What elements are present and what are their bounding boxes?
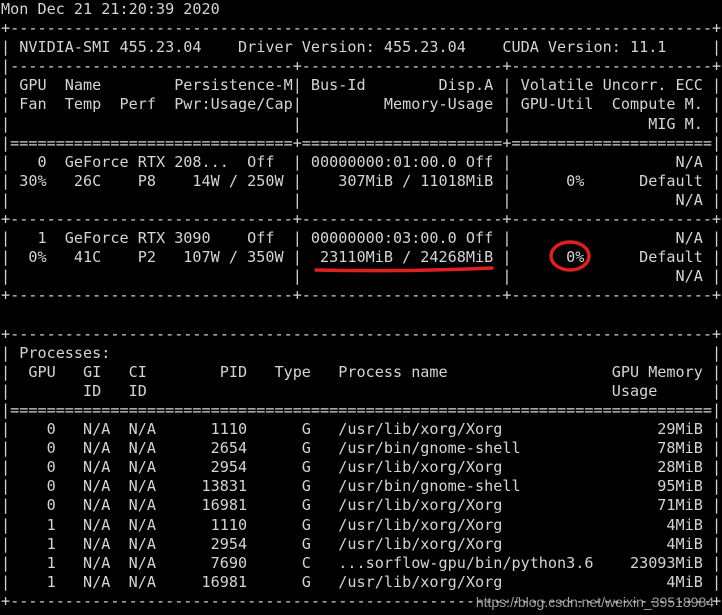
terminal-output: Mon Dec 21 21:20:39 2020 +---------------… bbox=[1, 0, 722, 615]
terminal-line: | 1 N/A N/A 1110 G /usr/lib/xorg/Xorg 4M… bbox=[1, 515, 722, 534]
terminal-line: | 1 N/A N/A 2954 G /usr/lib/xorg/Xorg 4M… bbox=[1, 534, 722, 553]
terminal-line: | 0 N/A N/A 13831 G /usr/bin/gnome-shell… bbox=[1, 477, 722, 496]
terminal-line: +-------------------------------+-------… bbox=[1, 210, 722, 229]
terminal-line: | | | N/A | bbox=[1, 190, 722, 209]
terminal-line: | NVIDIA-SMI 455.23.04 Driver Version: 4… bbox=[1, 38, 722, 57]
terminal-line: +---------------------------------------… bbox=[1, 324, 722, 343]
terminal-line: |=======================================… bbox=[1, 400, 722, 419]
terminal-line: | 1 GeForce RTX 3090 Off | 00000000:03:0… bbox=[1, 229, 722, 248]
terminal-line: | 0 N/A N/A 16981 G /usr/lib/xorg/Xorg 7… bbox=[1, 496, 722, 515]
terminal-line: | 0 N/A N/A 1110 G /usr/lib/xorg/Xorg 29… bbox=[1, 420, 722, 439]
terminal-line: +---------------------------------------… bbox=[1, 19, 722, 38]
terminal-line: | Processes: | bbox=[1, 343, 722, 362]
terminal-line: | GPU GI CI PID Type Process name GPU Me… bbox=[1, 362, 722, 381]
terminal-line: | GPU Name Persistence-M| Bus-Id Disp.A … bbox=[1, 76, 722, 95]
terminal-line: | 1 N/A N/A 16981 G /usr/lib/xorg/Xorg 4… bbox=[1, 572, 722, 591]
terminal-line: | ID ID Usage | bbox=[1, 381, 722, 400]
terminal-line: | 0 N/A N/A 2654 G /usr/bin/gnome-shell … bbox=[1, 439, 722, 458]
terminal-line: |-------------------------------+-------… bbox=[1, 57, 722, 76]
terminal-line: |===============================+=======… bbox=[1, 133, 722, 152]
terminal-line: | | | MIG M. | bbox=[1, 114, 722, 133]
terminal-line: | | | N/A | bbox=[1, 267, 722, 286]
terminal-line: | 0% 41C P2 107W / 350W | 23110MiB / 242… bbox=[1, 248, 722, 267]
terminal-line: | 0 GeForce RTX 208... Off | 00000000:01… bbox=[1, 152, 722, 171]
terminal-line: | Fan Temp Perf Pwr:Usage/Cap| Memory-Us… bbox=[1, 95, 722, 114]
watermark: https://blog.csdn.net/weixin_39518984 bbox=[475, 594, 714, 610]
terminal-line: Mon Dec 21 21:20:39 2020 bbox=[1, 0, 220, 18]
terminal-line: | 1 N/A N/A 7690 C ...sorflow-gpu/bin/py… bbox=[1, 553, 722, 572]
terminal-line: | 30% 26C P8 14W / 250W | 307MiB / 11018… bbox=[1, 171, 722, 190]
terminal-line: +-------------------------------+-------… bbox=[1, 286, 722, 305]
terminal-line: | 0 N/A N/A 2954 G /usr/lib/xorg/Xorg 28… bbox=[1, 458, 722, 477]
